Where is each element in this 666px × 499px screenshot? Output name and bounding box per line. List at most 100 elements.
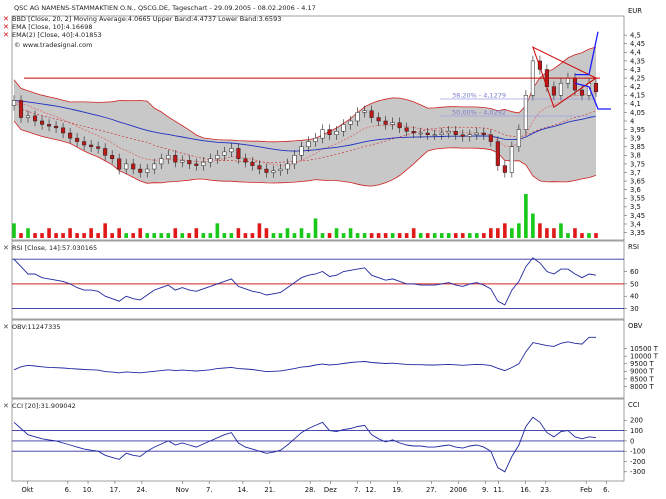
price-axis-tick-label: 3,9 xyxy=(630,135,641,143)
x-axis-tick-label: 7. xyxy=(206,486,213,494)
candle-body xyxy=(61,127,66,134)
candle-body xyxy=(18,100,24,118)
candle-body xyxy=(327,129,332,135)
candle-body xyxy=(579,89,585,96)
candle-body xyxy=(488,134,493,142)
volume-bar xyxy=(489,228,493,238)
volume-bar xyxy=(404,233,409,238)
candle-body xyxy=(362,110,367,113)
candle-body xyxy=(229,148,234,153)
volume-bar xyxy=(103,223,107,238)
volume-bar xyxy=(152,233,157,238)
cci-axis-tick-label: -300 xyxy=(630,468,645,476)
x-axis-tick-label: 28. xyxy=(305,486,316,494)
obv-axis-tick-label: 8000 T xyxy=(630,383,654,391)
volume-bar xyxy=(524,194,528,238)
candle-body xyxy=(250,161,255,166)
cci-axis-tick-label: -100 xyxy=(630,448,645,456)
volume-bar xyxy=(306,233,311,238)
candle-body xyxy=(509,146,514,173)
volume-bar xyxy=(425,233,430,238)
legend-ema-10: EMA [Close, 10]:4.16698 xyxy=(12,23,92,31)
candle-body xyxy=(215,155,220,159)
rsi-axis-tick-label: 40 xyxy=(630,293,639,301)
candle-body xyxy=(96,146,101,149)
x-axis-tick-label: Dez xyxy=(324,486,337,494)
volume-bar xyxy=(376,233,381,238)
candle-body xyxy=(383,120,388,125)
volume-bar xyxy=(138,228,143,238)
x-axis-tick-label: 9. xyxy=(482,486,489,494)
volume-bar xyxy=(180,233,185,238)
legend-close-icon: ✕ xyxy=(3,15,9,23)
volume-bar xyxy=(531,213,535,238)
candle-body xyxy=(565,77,571,84)
volume-bar xyxy=(474,233,479,238)
volume-bar xyxy=(348,228,353,238)
volume-bar xyxy=(271,233,276,238)
volume-bar xyxy=(89,228,93,238)
candle-body xyxy=(334,131,339,135)
candle-body xyxy=(404,127,409,132)
candle-body xyxy=(355,112,360,122)
volume-bar xyxy=(362,233,367,238)
candle-body xyxy=(271,170,276,173)
candle-body xyxy=(117,158,122,170)
candle-body xyxy=(453,131,458,135)
candle-body xyxy=(341,124,346,132)
volume-bar xyxy=(587,233,591,238)
volume-bar xyxy=(397,233,402,238)
candle-body xyxy=(523,94,528,130)
candle-body xyxy=(138,168,143,173)
volume-bar xyxy=(299,228,304,238)
legend-bollinger: BBD [Close, 20, 2] Moving Average:4.0665… xyxy=(12,15,281,23)
volume-bar xyxy=(496,228,500,238)
volume-bar xyxy=(82,233,86,238)
source-credit: © www.tradesignal.com xyxy=(14,41,93,49)
candle-body xyxy=(11,100,17,106)
candle-body xyxy=(152,163,157,170)
volume-bar xyxy=(580,233,584,238)
candle-body xyxy=(397,122,402,129)
volume-bar xyxy=(229,233,234,238)
volume-bar xyxy=(538,223,542,238)
volume-bar xyxy=(208,233,213,238)
price-axis-tick-label: 4,1 xyxy=(630,100,641,108)
candle-body xyxy=(320,129,325,139)
x-axis-tick-label: 6. xyxy=(65,486,72,494)
volume-bar xyxy=(166,233,171,238)
volume-bar xyxy=(131,233,136,238)
volume-bar xyxy=(334,228,339,238)
candle-body xyxy=(68,132,73,139)
volume-bar xyxy=(26,228,30,238)
rsi-close-icon: ✕ xyxy=(3,244,9,252)
candle-body xyxy=(390,122,395,125)
price-axis-tick-label: 3,85 xyxy=(630,143,645,151)
volume-bar xyxy=(517,223,521,238)
obv-axis-title: OBV xyxy=(628,322,643,330)
candle-body xyxy=(194,163,199,166)
cci-label: CCI [20]:31.909042 xyxy=(12,402,76,410)
price-axis-tick-label: 3,4 xyxy=(630,220,641,228)
volume-bar xyxy=(320,233,325,238)
volume-bar xyxy=(390,233,395,238)
candle-body xyxy=(89,144,94,147)
price-axis-tick-label: 3,95 xyxy=(630,126,645,134)
volume-bar xyxy=(411,228,416,238)
volume-bar xyxy=(341,233,346,238)
rsi-axis-tick-label: 50 xyxy=(630,280,639,288)
volume-bar xyxy=(236,228,241,238)
volume-bar xyxy=(566,233,570,238)
volume-bar xyxy=(552,228,556,238)
volume-bar xyxy=(96,233,100,238)
candle-body xyxy=(425,132,430,135)
volume-bar xyxy=(250,233,255,238)
volume-bar xyxy=(327,233,332,238)
candle-body xyxy=(201,161,206,166)
volume-bar xyxy=(278,233,283,238)
fibonacci-label: 38,20% - 4,1279 xyxy=(452,92,506,100)
obv-label: OBV:11247335 xyxy=(12,323,61,331)
x-axis-tick-label: 16. xyxy=(520,486,531,494)
price-axis-tick-label: 3,5 xyxy=(630,203,641,211)
price-axis-tick-label: 3,75 xyxy=(630,160,645,168)
